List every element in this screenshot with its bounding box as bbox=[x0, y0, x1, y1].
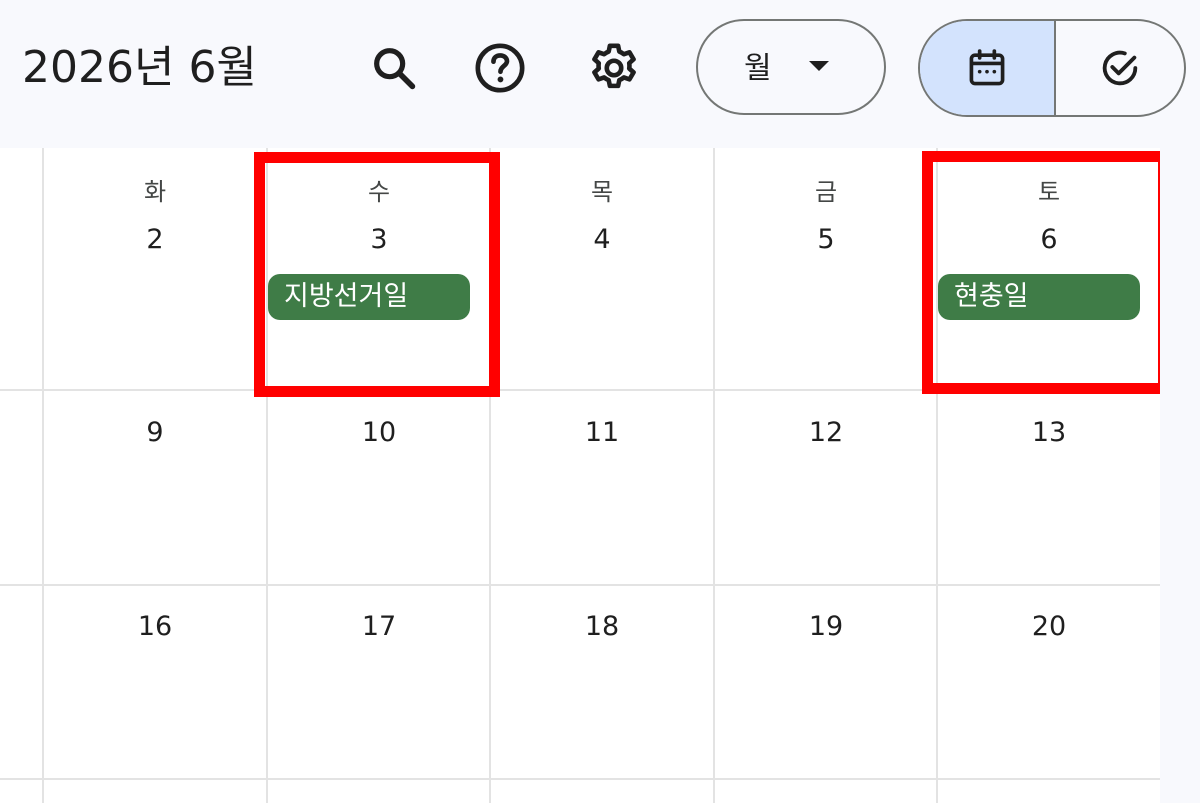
day-number[interactable]: 17 bbox=[268, 609, 490, 645]
day-number[interactable]: 20 bbox=[938, 609, 1160, 645]
help-button[interactable] bbox=[470, 38, 530, 98]
calendar-view-toggle[interactable] bbox=[920, 21, 1056, 115]
month-grid: 화 수 목 금 토 2 3 4 5 6 9 10 11 12 13 16 17 … bbox=[0, 148, 1169, 803]
day-number[interactable]: 12 bbox=[715, 415, 937, 451]
day-number[interactable]: 4 bbox=[491, 222, 713, 258]
help-icon bbox=[475, 43, 525, 93]
grid-line bbox=[0, 584, 1160, 586]
day-number[interactable]: 11 bbox=[491, 415, 713, 451]
view-select-dropdown[interactable]: 월 bbox=[696, 19, 886, 115]
search-icon bbox=[374, 48, 416, 90]
tasks-view-toggle[interactable] bbox=[1056, 21, 1184, 115]
highlight-box bbox=[922, 151, 1169, 394]
day-number[interactable]: 13 bbox=[938, 415, 1160, 451]
weekday-header: 금 bbox=[814, 178, 838, 206]
grid-line bbox=[0, 778, 1160, 780]
view-toggle-group bbox=[918, 19, 1186, 117]
day-number[interactable]: 18 bbox=[491, 609, 713, 645]
day-number[interactable]: 16 bbox=[44, 609, 266, 645]
day-number[interactable]: 9 bbox=[44, 415, 266, 451]
caret-down-icon bbox=[809, 61, 829, 71]
day-number[interactable]: 2 bbox=[44, 222, 266, 258]
weekday-header: 화 bbox=[143, 178, 167, 206]
side-panel-edge bbox=[1160, 148, 1200, 803]
task-check-icon bbox=[1102, 50, 1138, 86]
weekday-header: 목 bbox=[590, 178, 614, 206]
day-number[interactable]: 10 bbox=[268, 415, 490, 451]
page-title: 2026년 6월 bbox=[22, 42, 257, 93]
settings-button[interactable] bbox=[584, 38, 644, 98]
top-app-bar: 2026년 6월 월 bbox=[0, 0, 1200, 148]
calendar-icon bbox=[969, 49, 1005, 86]
day-number[interactable]: 19 bbox=[715, 609, 937, 645]
view-select-label: 월 bbox=[744, 51, 772, 86]
search-button[interactable] bbox=[364, 38, 424, 98]
gear-icon bbox=[592, 43, 636, 89]
highlight-box bbox=[254, 152, 500, 397]
day-number[interactable]: 5 bbox=[715, 222, 937, 258]
